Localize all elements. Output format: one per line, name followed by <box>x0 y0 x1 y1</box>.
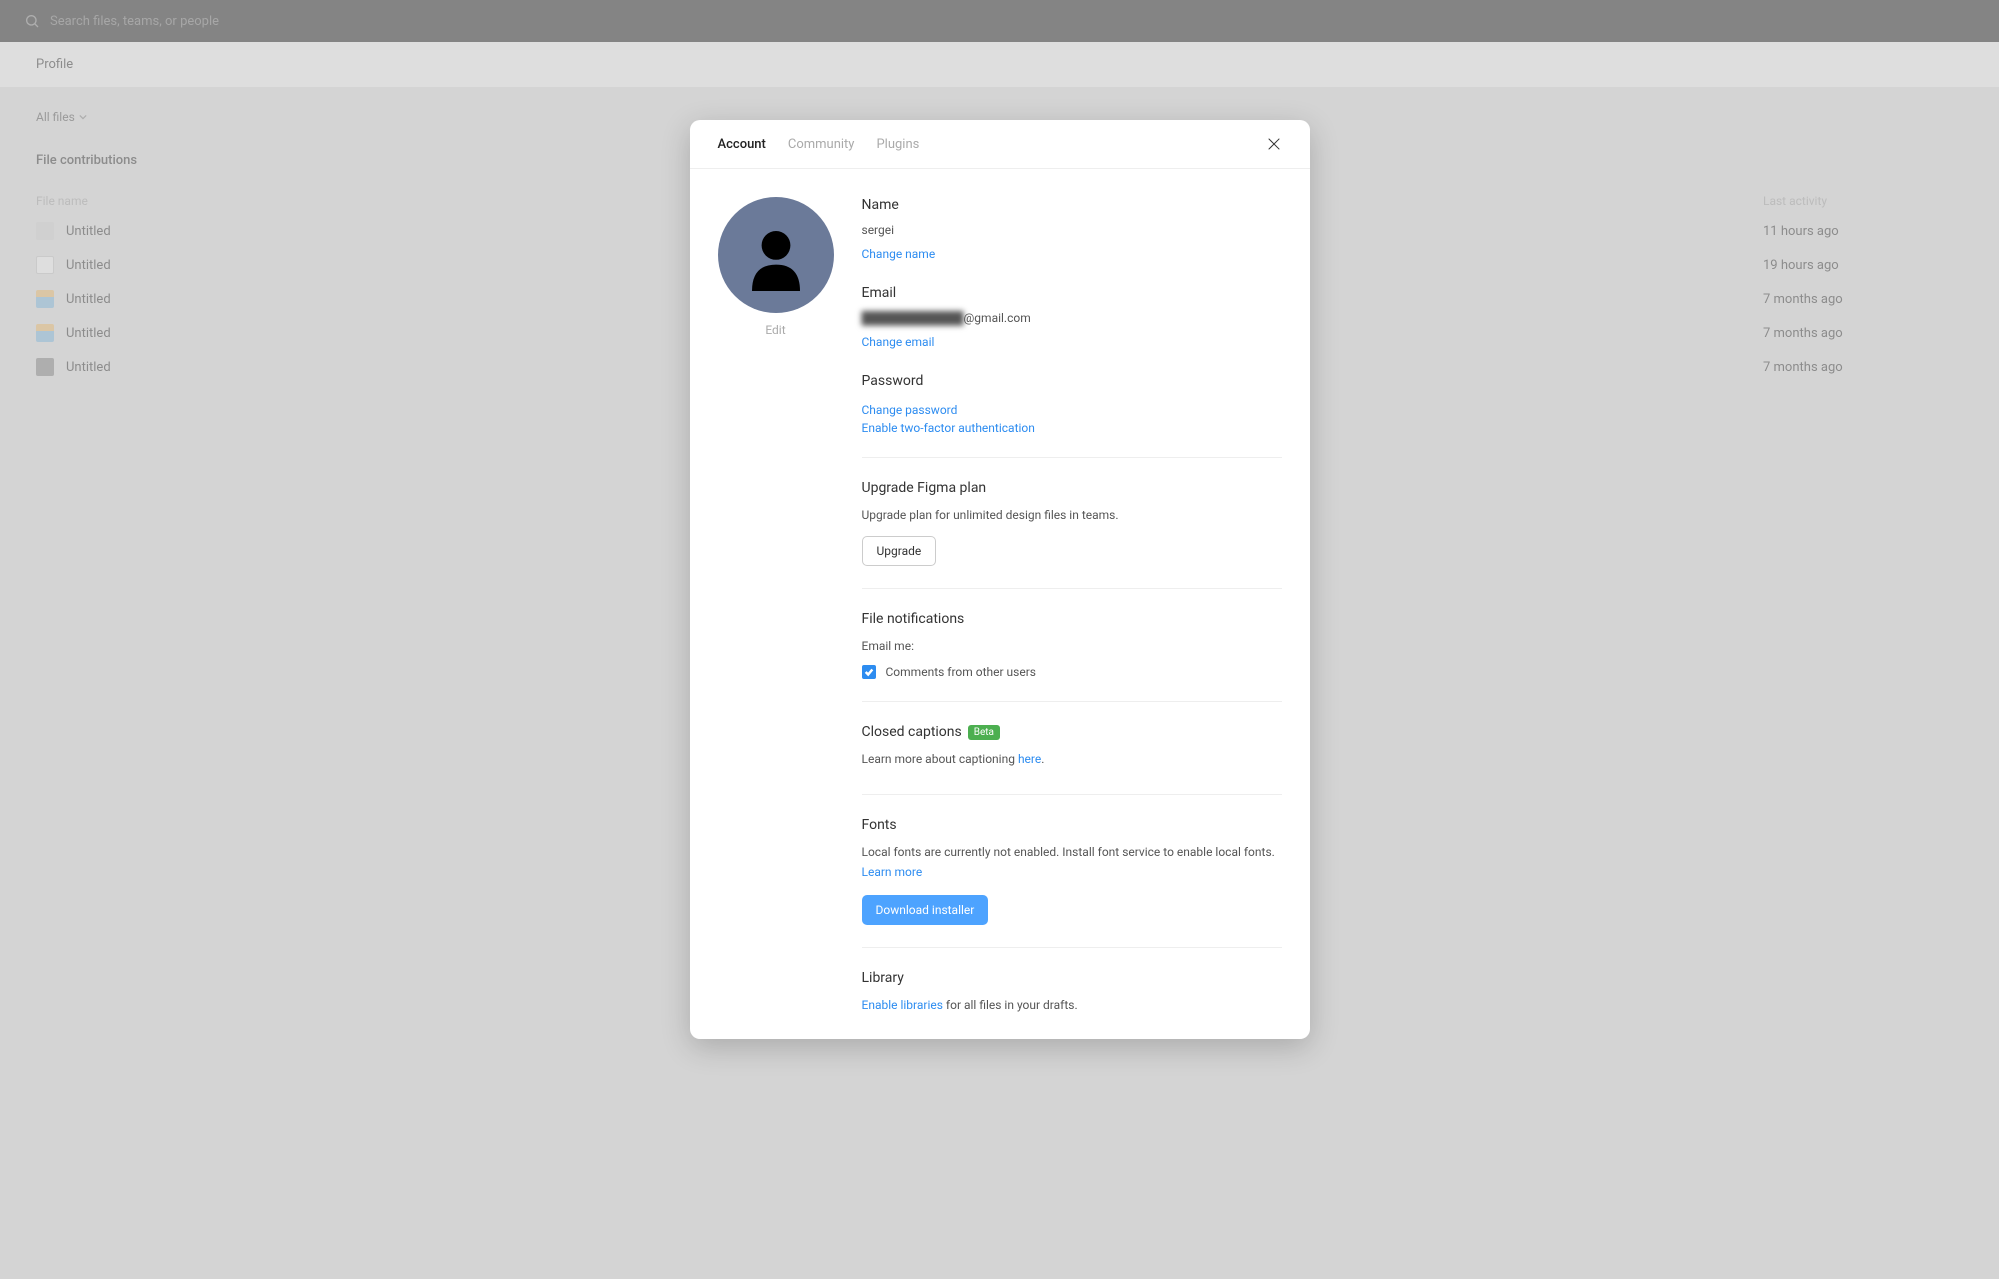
library-heading: Library <box>862 970 1282 986</box>
captions-heading: Closed captionsBeta <box>862 724 1282 740</box>
modal-header: Account Community Plugins <box>690 120 1310 169</box>
close-icon[interactable] <box>1266 136 1282 152</box>
tab-community[interactable]: Community <box>788 137 855 152</box>
upgrade-heading: Upgrade Figma plan <box>862 480 1282 496</box>
tab-account[interactable]: Account <box>718 137 766 152</box>
person-icon <box>736 215 816 295</box>
avatar-edit-link[interactable]: Edit <box>765 323 785 337</box>
name-value: sergei <box>862 223 1282 237</box>
beta-badge: Beta <box>968 725 1000 740</box>
change-name-link[interactable]: Change name <box>862 247 936 261</box>
name-label: Name <box>862 197 1282 213</box>
upgrade-text: Upgrade plan for unlimited design files … <box>862 506 1282 524</box>
notifications-heading: File notifications <box>862 611 1282 627</box>
captions-here-link[interactable]: here <box>1018 750 1041 768</box>
email-value: ████████████@gmail.com <box>862 311 1282 325</box>
fonts-learn-more-link[interactable]: Learn more <box>862 865 923 879</box>
comments-checkbox-label: Comments from other users <box>886 665 1036 679</box>
modal-overlay: Account Community Plugins Edit Name serg… <box>0 0 1999 1279</box>
fonts-heading: Fonts <box>862 817 1282 833</box>
avatar[interactable] <box>718 197 834 313</box>
upgrade-button[interactable]: Upgrade <box>862 536 937 566</box>
check-icon <box>864 667 874 677</box>
library-text: Enable libraries for all files in your d… <box>862 996 1282 1018</box>
fonts-text: Local fonts are currently not enabled. I… <box>862 843 1282 861</box>
change-email-link[interactable]: Change email <box>862 335 935 349</box>
comments-checkbox[interactable] <box>862 665 876 679</box>
enable-2fa-link[interactable]: Enable two-factor authentication <box>862 421 1282 435</box>
enable-libraries-link[interactable]: Enable libraries <box>862 996 943 1014</box>
download-installer-button[interactable]: Download installer <box>862 895 989 925</box>
password-label: Password <box>862 373 1282 389</box>
settings-modal: Account Community Plugins Edit Name serg… <box>690 120 1310 1039</box>
notifications-text: Email me: <box>862 637 1282 655</box>
tab-plugins[interactable]: Plugins <box>876 137 919 152</box>
captions-text: Learn more about captioning here. <box>862 750 1282 772</box>
change-password-link[interactable]: Change password <box>862 403 958 417</box>
email-label: Email <box>862 285 1282 301</box>
